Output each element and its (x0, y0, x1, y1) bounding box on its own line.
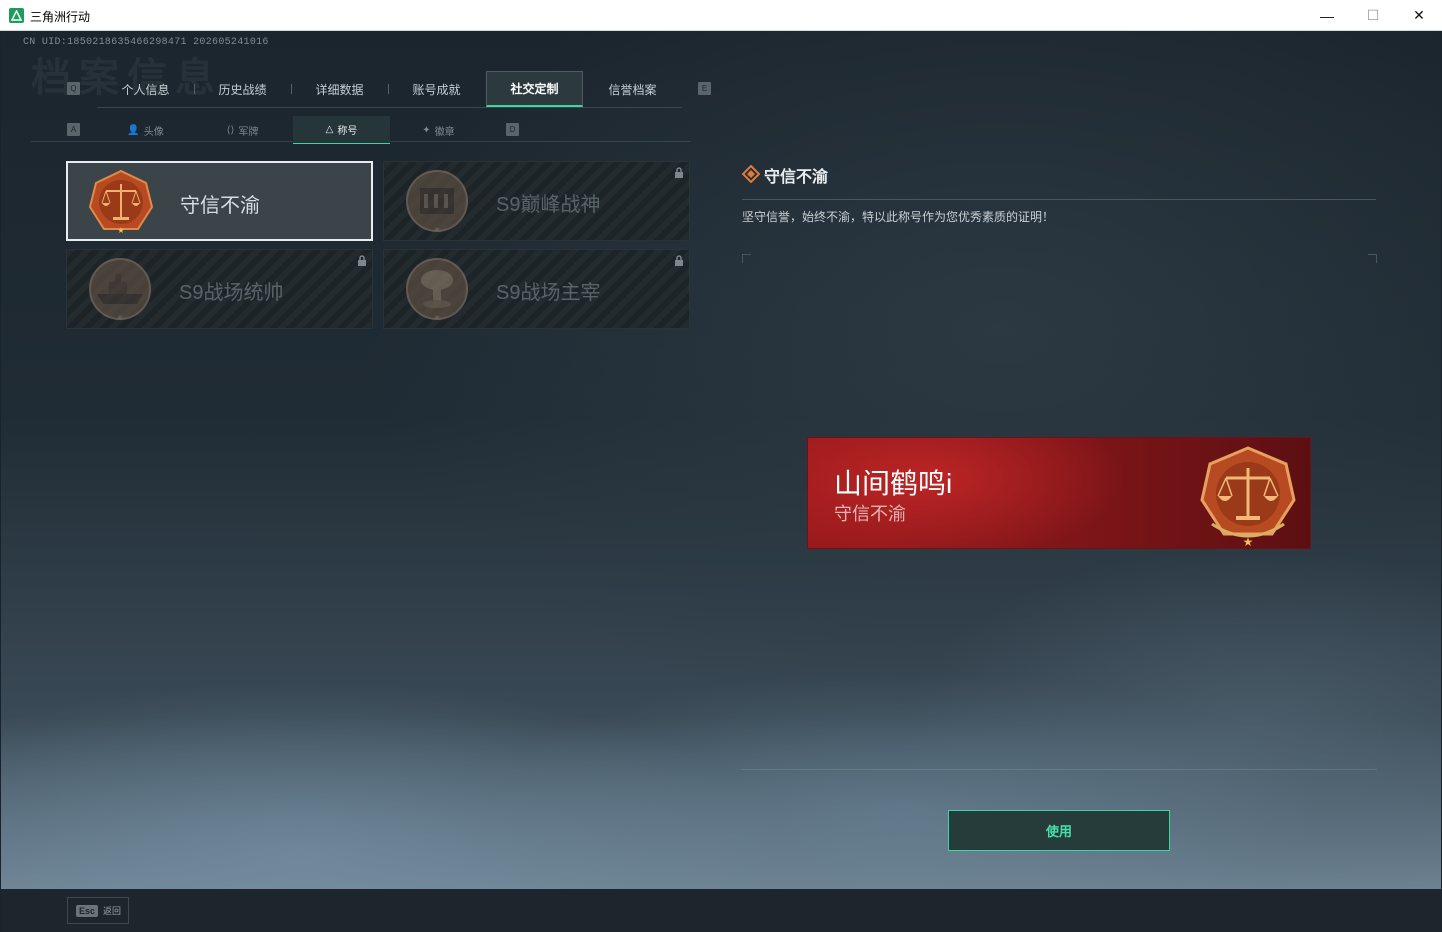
title-name: S9巅峰战神 (496, 194, 601, 216)
minimize-button[interactable]: — (1304, 0, 1350, 31)
mushroom-cloud-icon: ★ (406, 258, 468, 322)
lock-icon (358, 255, 366, 266)
divider (742, 199, 1376, 200)
main-tab-bar: 个人信息 历史战绩 详细数据 账号成就 社交定制 信誉档案 (97, 71, 682, 108)
window-title: 三角洲行动 (30, 10, 91, 24)
badge-icon: ✦ (422, 124, 431, 136)
title-name: 守信不渝 (180, 195, 260, 217)
warship-icon: ★ (89, 258, 151, 322)
title-card-s9-commander[interactable]: ★ S9战场统帅 (66, 249, 373, 329)
title-preview-banner: 山间鹤鸣i 守信不渝 ★ (807, 437, 1311, 549)
svg-text:★: ★ (433, 225, 440, 234)
esc-key-hint: Esc (76, 904, 99, 917)
svg-text:★: ★ (1243, 535, 1254, 548)
tab-personal-info[interactable]: 个人信息 (97, 71, 194, 107)
frame-corner (1368, 254, 1377, 263)
bottom-bar: Esc 返回 (1, 889, 1441, 932)
key-hint-e: E (698, 82, 711, 95)
subtab-dogtag[interactable]: ⟨⟩ 军牌 (194, 116, 291, 144)
subtab-badge[interactable]: ✦ 徽章 (390, 116, 487, 144)
title-card-shouxin[interactable]: ★ 守信不渝 (66, 161, 373, 241)
sub-tab-bar: 👤 头像 ⟨⟩ 军牌 △ 称号 ✦ 徽章 (97, 116, 487, 144)
detail-description: 坚守信誉，始终不渝，特以此称号作为您优秀素质的证明！ (742, 210, 1055, 224)
back-label: 返回 (103, 906, 122, 916)
subtab-label: 军牌 (238, 126, 259, 138)
detail-title: 守信不渝 (764, 169, 829, 186)
game-viewport: 档案信息 CN UID:1850218635466298471 20260524… (1, 31, 1441, 889)
tab-social-customization[interactable]: 社交定制 (486, 71, 583, 107)
lock-icon (675, 167, 683, 178)
diamond-title-icon (742, 165, 760, 183)
subtab-label: 头像 (143, 126, 164, 138)
app-logo-icon (9, 8, 24, 23)
key-hint-q: Q (67, 82, 80, 95)
tab-achievements[interactable]: 账号成就 (388, 71, 485, 107)
svg-text:★: ★ (433, 313, 440, 322)
subtab-label: 称号 (337, 126, 358, 137)
maximize-button[interactable]: ☐ (1350, 0, 1396, 31)
dogtag-icon: ⟨⟩ (226, 124, 235, 136)
player-uid: CN UID:1850218635466298471 202605241016 (23, 37, 269, 48)
fortress-icon: ★ (406, 170, 468, 234)
lock-icon (675, 255, 683, 266)
subtab-title[interactable]: △ 称号 (293, 116, 390, 144)
window-titlebar: 三角洲行动 — ☐ ✕ (0, 0, 1442, 31)
use-button[interactable]: 使用 (948, 810, 1170, 851)
divider (741, 769, 1377, 770)
tab-detailed-stats[interactable]: 详细数据 (291, 71, 388, 107)
key-hint-d: D (506, 123, 519, 136)
title-card-s9-peak[interactable]: ★ S9巅峰战神 (383, 161, 690, 241)
preview-title: 守信不渝 (834, 504, 906, 524)
tab-match-history[interactable]: 历史战绩 (194, 71, 291, 107)
key-hint-a: A (67, 123, 80, 136)
frame-corner (742, 254, 751, 263)
close-button[interactable]: ✕ (1396, 0, 1442, 31)
svg-text:★: ★ (116, 313, 123, 322)
svg-text:★: ★ (117, 226, 124, 235)
title-name: S9战场主宰 (496, 282, 601, 304)
scales-icon: ★ (88, 169, 154, 235)
person-icon: 👤 (127, 124, 140, 136)
frame-corner (1368, 725, 1377, 734)
back-button[interactable]: Esc 返回 (67, 897, 129, 924)
triangle-icon: △ (325, 124, 334, 135)
subtab-avatar[interactable]: 👤 头像 (97, 116, 194, 144)
subtab-label: 徽章 (434, 126, 455, 138)
frame-corner (742, 725, 751, 734)
player-name: 山间鹤鸣i (834, 468, 953, 499)
tab-reputation[interactable]: 信誉档案 (584, 71, 681, 107)
title-card-s9-dominator[interactable]: ★ S9战场主宰 (383, 249, 690, 329)
scales-icon: ★ (1200, 446, 1296, 548)
title-name: S9战场统帅 (179, 282, 284, 304)
